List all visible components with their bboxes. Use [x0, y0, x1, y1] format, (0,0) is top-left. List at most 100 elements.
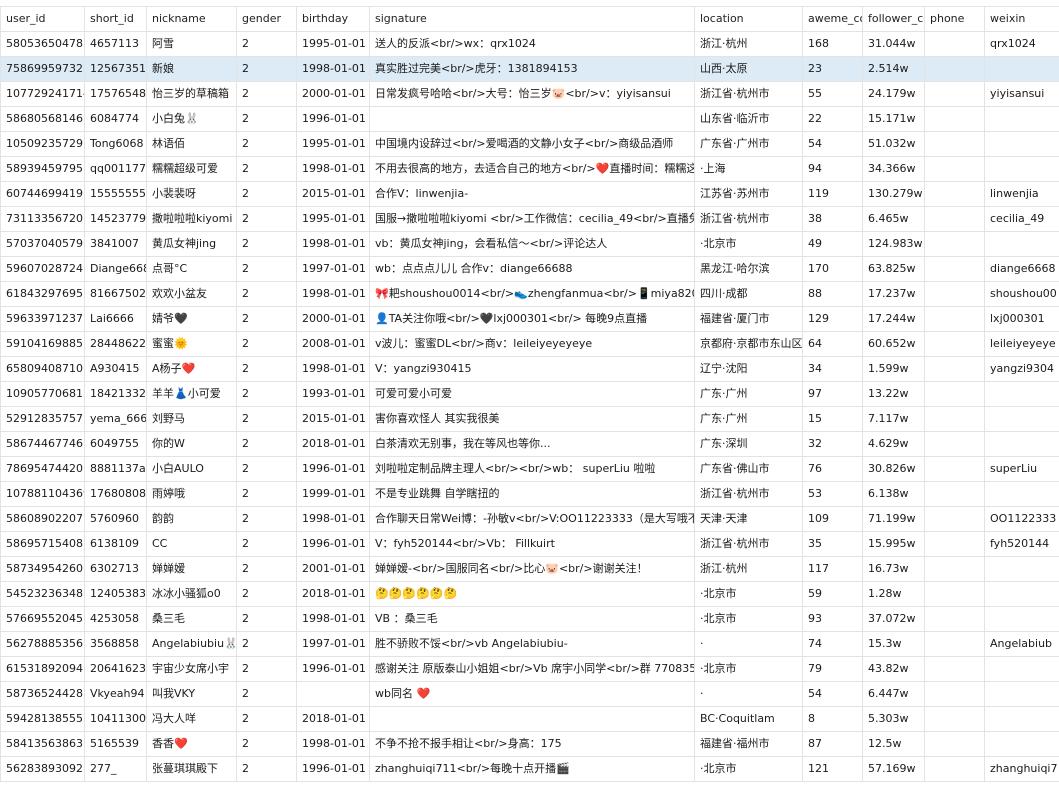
cell-phone[interactable]: [924, 156, 985, 182]
cell-weixin[interactable]: [984, 431, 1059, 457]
cell-nickname[interactable]: 刘野马: [146, 406, 237, 432]
table-row[interactable]: 57037040579 3841007 黄瓜女神jing 2 1998-01-01 vb：…: [0, 231, 1059, 257]
table-row[interactable]: 58695715408 6138109 CC 2 1996-01-01 V：fyh5201…: [0, 531, 1059, 557]
cell-location[interactable]: ·北京市: [694, 606, 803, 632]
cell-gender[interactable]: 2: [236, 31, 297, 57]
cell-short-id[interactable]: 6049755: [84, 431, 147, 457]
column-header-short-id[interactable]: short_id: [84, 6, 147, 32]
cell-short-id[interactable]: 176808085: [84, 481, 147, 507]
cell-signature[interactable]: 害你喜欢怪人 其实我很美: [369, 406, 695, 432]
cell-follower-count[interactable]: 6.138w: [862, 481, 925, 507]
cell-birthday[interactable]: 1998-01-01: [296, 56, 370, 82]
cell-location[interactable]: ·北京市: [694, 581, 803, 607]
cell-nickname[interactable]: 小白兔🐰: [146, 106, 237, 132]
cell-phone[interactable]: [924, 231, 985, 257]
cell-short-id[interactable]: 12405383: [84, 581, 147, 607]
cell-nickname[interactable]: 蜜蜜🌞: [146, 331, 237, 357]
cell-signature[interactable]: 🎀耙shoushou0014<br/>👟zhengfanmua<br/>📱miy…: [369, 281, 695, 307]
cell-user-id[interactable]: 65809408710: [0, 356, 85, 382]
cell-location[interactable]: 广东省·佛山市: [694, 456, 803, 482]
cell-gender[interactable]: 2: [236, 456, 297, 482]
cell-aweme-count[interactable]: 121: [802, 756, 863, 782]
cell-nickname[interactable]: 桑三毛: [146, 606, 237, 632]
cell-user-id[interactable]: 56283893092: [0, 756, 85, 782]
cell-aweme-count[interactable]: 109: [802, 506, 863, 532]
cell-follower-count[interactable]: 16.73w: [862, 556, 925, 582]
cell-short-id[interactable]: yema_666: [84, 406, 147, 432]
cell-gender[interactable]: 2: [236, 656, 297, 682]
cell-signature[interactable]: 中国境内设辞过<br/>爱喝酒的文静小女子<br/>商级品酒师: [369, 131, 695, 157]
cell-gender[interactable]: 2: [236, 506, 297, 532]
cell-signature[interactable]: 胜不骄败不馁<br/>vb Angelabiubiu-: [369, 631, 695, 657]
cell-gender[interactable]: 2: [236, 131, 297, 157]
cell-signature[interactable]: V：yangzi930415: [369, 356, 695, 382]
cell-short-id[interactable]: 175765481: [84, 81, 147, 107]
cell-weixin[interactable]: [984, 381, 1059, 407]
cell-weixin[interactable]: [984, 581, 1059, 607]
table-row[interactable]: 75869959732125673516新娘21998-01-01真实胜过完美<…: [0, 56, 1059, 82]
table-row[interactable]: 58674467746 6049755 你的W 2 2018-01-01 白茶清欢无别事，…: [0, 431, 1059, 457]
cell-signature[interactable]: 合作V：linwenjia-: [369, 181, 695, 207]
cell-aweme-count[interactable]: 55: [802, 81, 863, 107]
cell-phone[interactable]: [924, 606, 985, 632]
cell-follower-count[interactable]: 124.983w: [862, 231, 925, 257]
cell-birthday[interactable]: 2008-01-01: [296, 331, 370, 357]
cell-aweme-count[interactable]: 23: [802, 56, 863, 82]
column-header-aweme-count[interactable]: aweme_co: [802, 6, 863, 32]
cell-weixin[interactable]: linwenjia: [984, 181, 1059, 207]
cell-birthday[interactable]: 1995-01-01: [296, 31, 370, 57]
cell-aweme-count[interactable]: 49: [802, 231, 863, 257]
column-header-nickname[interactable]: nickname: [146, 6, 237, 32]
cell-gender[interactable]: 2: [236, 381, 297, 407]
cell-weixin[interactable]: [984, 56, 1059, 82]
cell-phone[interactable]: [924, 31, 985, 57]
cell-aweme-count[interactable]: 119: [802, 181, 863, 207]
cell-signature[interactable]: [369, 106, 695, 132]
cell-signature[interactable]: v波儿：蜜蜜DL<br/>商v：leileiyeyeyeye: [369, 331, 695, 357]
cell-signature[interactable]: [369, 706, 695, 732]
cell-location[interactable]: 浙江省·杭州市: [694, 531, 803, 557]
cell-location[interactable]: 广东省·广州市: [694, 131, 803, 157]
cell-signature[interactable]: vb：黄瓜女神jing，会看私信～<br/>评论达人: [369, 231, 695, 257]
cell-user-id[interactable]: 59633971237: [0, 306, 85, 332]
cell-location[interactable]: 浙江·杭州: [694, 556, 803, 582]
cell-short-id[interactable]: 145237792: [84, 206, 147, 232]
table-row[interactable]: 58053650478 4657113 阿雪 2 1995-01-01 送人的反派<br/…: [0, 31, 1059, 57]
cell-location[interactable]: 福建省·厦门市: [694, 306, 803, 332]
cell-follower-count[interactable]: 63.825w: [862, 256, 925, 282]
cell-follower-count[interactable]: 60.652w: [862, 331, 925, 357]
cell-location[interactable]: ·上海: [694, 156, 803, 182]
cell-birthday[interactable]: [296, 681, 370, 707]
cell-aweme-count[interactable]: 168: [802, 31, 863, 57]
cell-phone[interactable]: [924, 631, 985, 657]
cell-nickname[interactable]: 林语佰: [146, 131, 237, 157]
cell-aweme-count[interactable]: 129: [802, 306, 863, 332]
cell-follower-count[interactable]: 24.179w: [862, 81, 925, 107]
cell-location[interactable]: 四川·成都: [694, 281, 803, 307]
cell-nickname[interactable]: 阿雪: [146, 31, 237, 57]
cell-gender[interactable]: 2: [236, 731, 297, 757]
cell-location[interactable]: 京都府·京都市东山区: [694, 331, 803, 357]
cell-user-id[interactable]: 58413563863: [0, 731, 85, 757]
cell-location[interactable]: 浙江·杭州: [694, 31, 803, 57]
cell-user-id[interactable]: 59104169885: [0, 331, 85, 357]
cell-aweme-count[interactable]: 94: [802, 156, 863, 182]
cell-follower-count[interactable]: 15.995w: [862, 531, 925, 557]
cell-nickname[interactable]: 香香❤️: [146, 731, 237, 757]
cell-follower-count[interactable]: 6.465w: [862, 206, 925, 232]
cell-user-id[interactable]: 59607028724: [0, 256, 85, 282]
table-row[interactable]: 52912835757 yema_666 刘野马 2 2015-01-01 害你喜欢怪人 …: [0, 406, 1059, 432]
cell-birthday[interactable]: 2018-01-01: [296, 581, 370, 607]
cell-follower-count[interactable]: 4.629w: [862, 431, 925, 457]
table-row[interactable]: 107881104369176808085雨婷哦21999-01-01不是专业跳…: [0, 481, 1059, 507]
column-header-weixin[interactable]: weixin: [984, 6, 1059, 32]
cell-user-id[interactable]: 58695715408: [0, 531, 85, 557]
cell-user-id[interactable]: 52912835757: [0, 406, 85, 432]
cell-gender[interactable]: 2: [236, 331, 297, 357]
cell-nickname[interactable]: 怡三岁的草稿箱: [146, 81, 237, 107]
cell-aweme-count[interactable]: 88: [802, 281, 863, 307]
cell-nickname[interactable]: 韵韵: [146, 506, 237, 532]
cell-location[interactable]: 山东省·临沂市: [694, 106, 803, 132]
cell-follower-count[interactable]: 7.117w: [862, 406, 925, 432]
cell-location[interactable]: 广东·广州: [694, 381, 803, 407]
